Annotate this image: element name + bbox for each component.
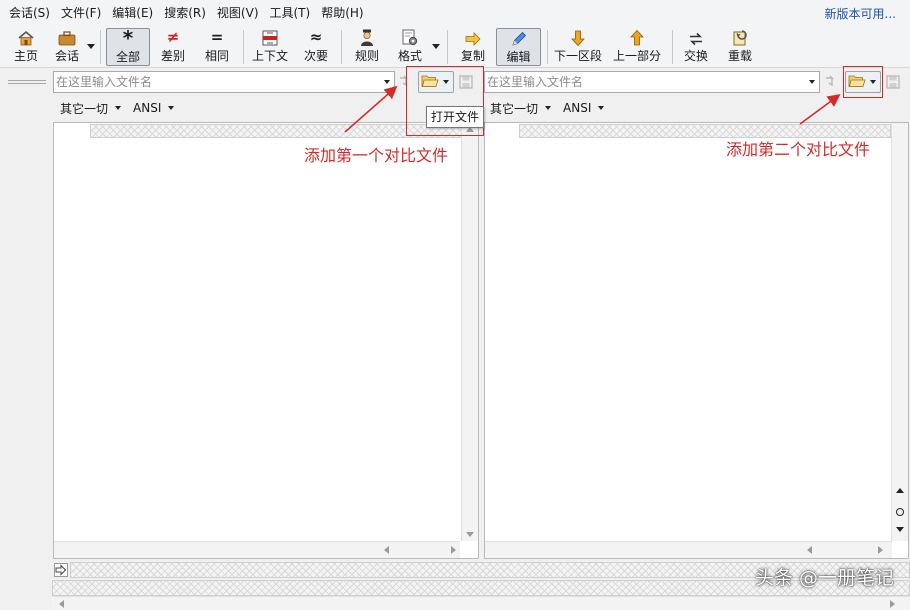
watermark: 头条 @一册笔记 [754, 567, 894, 589]
right-annotation-label: 添加第二个对比文件 [726, 140, 871, 159]
left-annotation-label: 添加第一个对比文件 [304, 146, 449, 165]
annotation-arrows [344, 85, 841, 133]
